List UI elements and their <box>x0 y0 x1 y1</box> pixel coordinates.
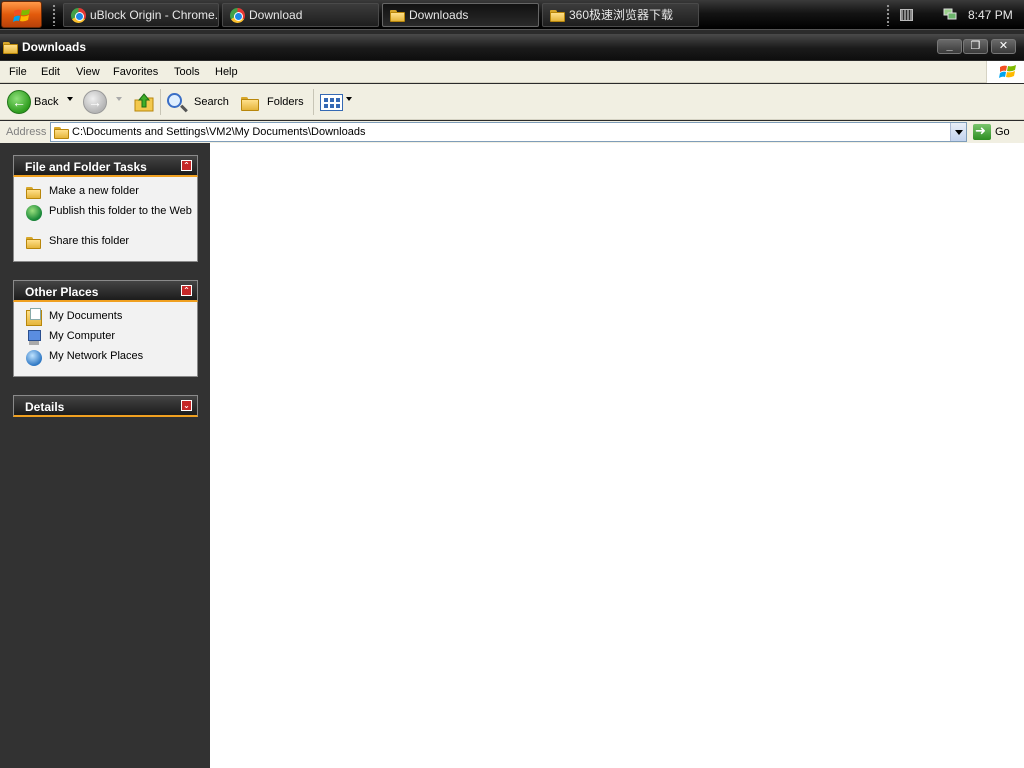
task-button-360-downloads[interactable]: 360极速浏览器下载 <box>542 3 699 27</box>
go-button[interactable]: Go <box>995 121 1010 143</box>
menu-edit[interactable]: Edit <box>41 61 60 83</box>
task-label: uBlock Origin - Chrome... <box>90 8 219 22</box>
new-folder-icon <box>26 185 42 201</box>
forward-arrow-icon[interactable]: → <box>83 90 107 114</box>
taskbar-grip[interactable] <box>52 4 56 26</box>
search-button[interactable]: Search <box>194 88 229 116</box>
network-places-icon <box>26 350 42 366</box>
folders-icon[interactable] <box>241 95 259 111</box>
task-label: Downloads <box>409 8 469 22</box>
back-button[interactable]: Back <box>34 88 58 116</box>
folder-icon <box>390 8 405 23</box>
panel-body: Make a new folder Publish this folder to… <box>13 177 198 262</box>
panel-title: File and Folder Tasks <box>25 160 147 174</box>
windows-flag-icon <box>13 9 30 22</box>
taskbar: uBlock Origin - Chrome... Download Downl… <box>0 0 1024 30</box>
collapse-icon[interactable]: ⌃ <box>181 285 192 296</box>
start-button[interactable] <box>1 1 42 28</box>
keyboard-icon[interactable] <box>900 9 913 21</box>
chrome-icon <box>71 8 86 23</box>
folder-icon <box>3 40 18 54</box>
folders-button[interactable]: Folders <box>267 88 304 116</box>
chrome-icon <box>230 8 245 23</box>
task-share-folder[interactable]: Share this folder <box>14 235 197 255</box>
expand-icon[interactable]: ⌄ <box>181 400 192 411</box>
menu-bar: File Edit View Favorites Tools Help <box>0 61 1024 83</box>
task-label[interactable]: Make a new folder <box>49 185 139 197</box>
my-computer-icon <box>26 330 42 346</box>
back-arrow-icon[interactable]: ← <box>7 90 31 114</box>
task-label: 360极速浏览器下载 <box>569 8 674 22</box>
menu-tools[interactable]: Tools <box>174 61 200 83</box>
address-label: Address <box>6 126 47 138</box>
back-dropdown-icon[interactable] <box>67 97 73 101</box>
toolbar-separator <box>160 89 161 115</box>
network-tray-icon[interactable] <box>943 7 957 21</box>
panel-title: Other Places <box>25 285 99 299</box>
menu-help[interactable]: Help <box>215 61 238 83</box>
task-make-new-folder[interactable]: Make a new folder <box>14 185 197 205</box>
file-folder-tasks-panel: File and Folder Tasks ⌃ Make a new folde… <box>13 155 198 262</box>
place-label[interactable]: My Network Places <box>49 350 143 362</box>
panel-body: My Documents My Computer My Network Plac… <box>13 302 198 377</box>
minimize-button[interactable]: _ <box>937 39 962 54</box>
windows-flag-icon <box>999 65 1016 78</box>
folder-icon <box>54 125 69 139</box>
task-pane: File and Folder Tasks ⌃ Make a new folde… <box>0 143 210 768</box>
views-dropdown-icon[interactable] <box>346 97 352 101</box>
menu-view[interactable]: View <box>76 61 100 83</box>
place-label[interactable]: My Documents <box>49 310 122 322</box>
menu-favorites[interactable]: Favorites <box>113 61 158 83</box>
address-path[interactable]: C:\Documents and Settings\VM2\My Documen… <box>72 123 365 141</box>
forward-dropdown-icon[interactable] <box>116 97 122 101</box>
clock[interactable]: 8:47 PM <box>968 0 1013 30</box>
collapse-icon[interactable]: ⌃ <box>181 160 192 171</box>
address-input[interactable]: C:\Documents and Settings\VM2\My Documen… <box>50 122 967 142</box>
place-my-network-places[interactable]: My Network Places <box>14 350 197 370</box>
tray-grip[interactable] <box>886 4 890 26</box>
place-my-computer[interactable]: My Computer <box>14 330 197 350</box>
my-documents-icon <box>26 308 42 326</box>
task-label: Download <box>249 8 303 22</box>
go-arrow-icon[interactable] <box>973 123 991 140</box>
other-places-panel: Other Places ⌃ My Documents My Computer … <box>13 280 198 377</box>
panel-header[interactable]: Other Places ⌃ <box>13 280 198 302</box>
address-dropdown-icon[interactable] <box>950 123 966 141</box>
task-button-ublock[interactable]: uBlock Origin - Chrome... <box>63 3 219 27</box>
place-label[interactable]: My Computer <box>49 330 115 342</box>
toolbar: ← Back → Search Folders <box>0 84 1024 120</box>
share-folder-icon <box>26 235 42 251</box>
panel-title: Details <box>25 400 65 414</box>
up-folder-icon[interactable] <box>133 91 155 113</box>
menu-file[interactable]: File <box>9 61 27 83</box>
task-label[interactable]: Publish this folder to the Web <box>49 205 192 217</box>
panel-header[interactable]: File and Folder Tasks ⌃ <box>13 155 198 177</box>
file-list-area[interactable] <box>210 143 1024 768</box>
restore-button[interactable]: ❐ <box>963 39 988 54</box>
task-button-download[interactable]: Download <box>222 3 379 27</box>
address-bar: Address C:\Documents and Settings\VM2\My… <box>0 121 1024 143</box>
task-label[interactable]: Share this folder <box>49 235 129 247</box>
views-icon[interactable] <box>320 94 343 111</box>
publish-globe-icon <box>26 205 42 221</box>
close-button[interactable]: ✕ <box>991 39 1016 54</box>
details-panel: Details ⌄ <box>13 395 198 417</box>
toolbar-separator <box>313 89 314 115</box>
windows-logo <box>986 61 1024 83</box>
window-title: Downloads <box>22 40 87 54</box>
window-titlebar[interactable]: Downloads _ ❐ ✕ <box>0 34 1024 60</box>
search-icon[interactable] <box>167 93 182 108</box>
task-button-downloads[interactable]: Downloads <box>382 3 539 27</box>
folder-icon <box>550 8 565 23</box>
place-my-documents[interactable]: My Documents <box>14 308 197 330</box>
panel-header[interactable]: Details ⌄ <box>13 395 198 417</box>
task-publish-folder[interactable]: Publish this folder to the Web <box>14 205 197 235</box>
